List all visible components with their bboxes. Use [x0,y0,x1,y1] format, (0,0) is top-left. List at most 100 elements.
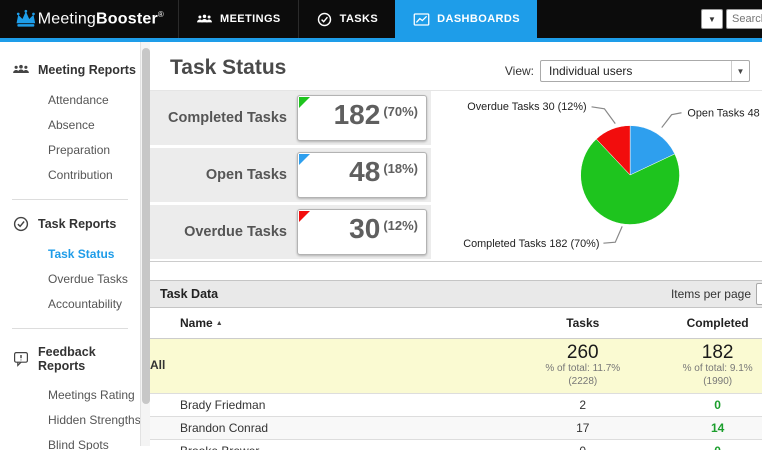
summary-tasks-subtext: % of total: 11.7% [545,363,621,375]
chevron-down-icon: ▼ [708,14,716,24]
tab-label: TASKS [339,13,379,25]
person-name: Brandon Conrad [150,416,516,441]
callout-line-open [661,112,682,128]
chevron-down-icon: ▼ [731,61,749,81]
person-tasks: 17 [515,416,651,441]
callout-line-overdue [591,106,616,124]
column-header-name[interactable]: Name ▲ [150,308,516,339]
main-header: Task Status View: Individual users ▼ [150,42,762,90]
sidebar-section-task-reports: Task Reports [0,216,140,232]
divider [12,199,128,200]
table-row[interactable]: Brandon Conrad 17 14 [150,416,762,441]
view-select[interactable]: Individual users ▼ [540,60,750,82]
pie-label-open: Open Tasks 48 (18%) [687,108,762,120]
tab-label: DASHBOARDS [437,13,520,25]
sidebar-item-contribution[interactable]: Contribution [0,163,140,187]
table-header-row: Name▲ Tasks Completed Overdue [150,308,762,339]
callout-line-completed [603,226,623,244]
section-title: Task Reports [38,217,117,231]
table-row[interactable]: Brooke Brewer 0 0 [150,439,762,450]
pie-label-completed: Completed Tasks 182 (70%) [463,238,599,250]
section-title: Feedback Reports [38,345,96,373]
people-icon [13,64,29,73]
sidebar-item-accountability[interactable]: Accountability [0,292,140,316]
person-name: Brooke Brewer [150,439,516,450]
stat-label: Completed Tasks [168,110,287,126]
person-completed: 0 [650,439,762,450]
column-header-tasks[interactable]: Tasks [515,308,651,339]
stat-row-overdue: Overdue Tasks 30 (12%) [150,205,431,259]
person-completed: 14 [650,416,762,441]
sidebar-item-blind-spots[interactable]: Blind Spots [0,433,140,450]
column-header-completed[interactable]: Completed [650,308,762,339]
stats-and-pie-section: Completed Tasks 182 (70%) Open Tasks 48 … [150,90,762,262]
people-icon [197,14,212,22]
task-data-table-wrapper: Name▲ Tasks Completed Overdue All 260 % … [150,308,762,450]
items-per-page-label: Items per page [670,287,751,301]
tab-dashboards[interactable]: DASHBOARDS [395,0,537,38]
corner-flag-blue [299,154,310,165]
sidebar-scrollbar[interactable] [140,42,150,446]
task-data-table: Name▲ Tasks Completed Overdue All 260 % … [150,308,762,450]
tab-tasks[interactable]: TASKS [297,0,395,38]
sidebar-item-meetings-rating[interactable]: Meetings Rating [0,383,140,407]
open-tasks-stat-box: 48 (18%) [297,152,427,198]
sidebar: Meeting Reports Attendance Absence Prepa… [0,42,141,450]
stat-label: Overdue Tasks [184,224,287,240]
scrollbar-thumb[interactable] [142,48,150,404]
table-row[interactable]: Brady Friedman 2 0 [150,393,762,418]
stat-row-open: Open Tasks 48 (18%) [150,148,431,202]
pie-chart-svg: Overdue Tasks 30 (12%) Open Tasks 48 (18… [463,101,762,250]
corner-flag-green [299,97,310,108]
main-content: Task Status View: Individual users ▼ Com… [150,42,762,450]
sidebar-item-absence[interactable]: Absence [0,113,140,137]
summary-tasks-cell: 260 % of total: 11.7% (2228) [515,338,651,395]
stat-percent: (70%) [383,104,418,119]
person-tasks: 2 [515,393,651,418]
task-status-pie-chart: Overdue Tasks 30 (12%) Open Tasks 48 (18… [431,91,762,261]
summary-completed-cell: 182 % of total: 9.1% (1990) [650,338,762,395]
speech-bubble-icon [14,352,28,367]
stat-value: 48 [349,156,381,187]
search-input[interactable] [726,9,762,29]
crown-logo-icon [16,9,36,27]
task-data-header-bar: Task Data Items per page ▼ [150,280,762,308]
items-per-page-select[interactable]: ▼ [756,283,762,305]
summary-completed-subtext2: (1990) [703,375,733,387]
stat-value: 30 [349,213,381,244]
tab-meetings[interactable]: MEETINGS [178,0,298,38]
stats-column: Completed Tasks 182 (70%) Open Tasks 48 … [150,91,431,262]
sidebar-section-feedback-reports: Feedback Reports [0,345,140,373]
sidebar-item-preparation[interactable]: Preparation [0,138,140,162]
line-chart-icon [413,12,430,26]
divider [12,328,128,329]
check-circle-icon [13,216,29,232]
person-name: Brady Friedman [150,393,516,418]
view-control: View: Individual users ▼ [505,60,750,82]
stat-row-completed: Completed Tasks 182 (70%) [150,91,431,145]
sidebar-item-overdue-tasks[interactable]: Overdue Tasks [0,267,140,291]
pie-label-overdue: Overdue Tasks 30 (12%) [467,101,586,113]
search-scope-dropdown-button[interactable]: ▼ [701,9,723,29]
sidebar-item-hidden-strengths[interactable]: Hidden Strengths [0,408,141,432]
top-navigation-bar: MeetingBooster® MEETINGS TASKS DASHBOARD… [0,0,762,42]
person-tasks: 0 [515,439,651,450]
summary-completed-subtext: % of total: 9.1% [682,363,753,375]
person-completed: 0 [650,393,762,418]
stat-value: 182 [333,99,381,130]
summary-completed-value: 182 [701,341,734,363]
stat-label: Open Tasks [205,167,287,183]
meetingbooster-logo[interactable]: MeetingBooster® [0,0,178,38]
corner-flag-red [299,211,310,222]
overdue-tasks-stat-box: 30 (12%) [297,209,427,255]
completed-tasks-stat-box: 182 (70%) [297,95,427,141]
nav-right-controls: ▼ [701,0,762,38]
tab-label: MEETINGS [220,13,281,25]
sidebar-item-attendance[interactable]: Attendance [0,88,140,112]
section-title: Meeting Reports [38,63,136,77]
view-select-value: Individual users [549,64,633,78]
task-data-title: Task Data [160,287,219,301]
summary-tasks-value: 260 [566,341,599,363]
summary-row-all[interactable]: All 260 % of total: 11.7% (2228) 182 % o… [150,338,762,395]
sidebar-item-task-status[interactable]: Task Status [0,242,140,266]
